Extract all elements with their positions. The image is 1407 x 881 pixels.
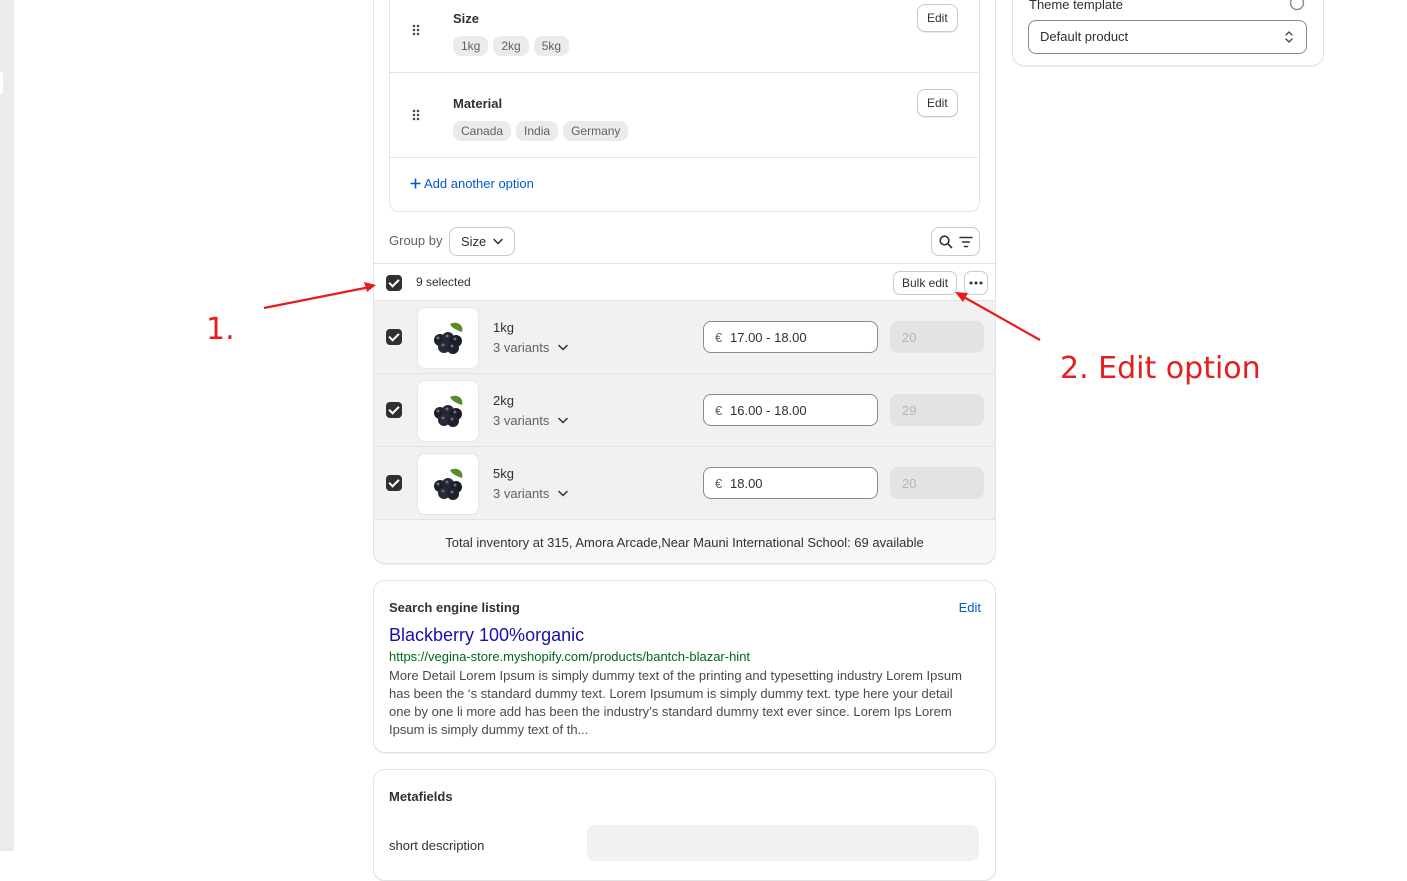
product-thumbnail (417, 453, 479, 515)
inventory-total: Total inventory at 315, Amora Arcade,Nea… (445, 535, 924, 550)
quantity-value: 20 (902, 330, 917, 345)
drag-handle-icon[interactable] (412, 24, 420, 36)
left-rail (0, 0, 14, 851)
search-filter-button[interactable] (931, 227, 980, 256)
inventory-footer: Total inventory at 315, Amora Arcade,Nea… (374, 519, 995, 563)
seo-card: Search engine listing Edit Blackberry 10… (373, 580, 996, 753)
variant-name: 1kg (493, 320, 514, 335)
metafields-card: Metafields short description (373, 769, 996, 881)
variant-checkbox[interactable] (386, 402, 402, 418)
more-actions-button[interactable] (964, 271, 988, 295)
quantity-input: 20 (890, 467, 984, 499)
option-value-pill: 5kg (533, 36, 570, 56)
blackberry-image (434, 395, 463, 427)
quantity-input: 20 (890, 321, 984, 353)
blackberry-image (434, 468, 463, 500)
edit-option-button[interactable]: Edit (917, 4, 958, 32)
variant-name: 2kg (493, 393, 514, 408)
metafield-input[interactable] (587, 825, 979, 861)
option-material: Material Canada India Germany Edit (390, 73, 978, 158)
blackberry-image (434, 322, 463, 354)
product-thumbnail (417, 380, 479, 442)
plus-icon (410, 178, 421, 189)
bulk-edit-button[interactable]: Bulk edit (893, 271, 958, 295)
option-name: Size (453, 11, 480, 26)
option-values: Canada India Germany (453, 121, 633, 141)
quantity-value: 29 (902, 403, 917, 418)
rail-tab (0, 72, 3, 94)
price-value: 18.00 (730, 476, 763, 491)
group-by-select[interactable]: Size (449, 227, 515, 256)
chevron-down-icon (558, 417, 568, 424)
theme-template-value: Default product (1040, 29, 1129, 44)
annotation-arrow-1 (263, 282, 376, 310)
group-by-value: Size (461, 234, 487, 249)
theme-template-select[interactable]: Default product (1028, 20, 1307, 54)
edit-option-button[interactable]: Edit (917, 89, 958, 117)
help-circle-icon[interactable] (1289, 0, 1305, 11)
filter-icon (959, 236, 973, 248)
price-value: 17.00 - 18.00 (730, 330, 807, 345)
group-by-label: Group by (389, 233, 443, 248)
option-value-pill: Canada (453, 121, 512, 141)
variant-row[interactable]: 5kg 3 variants € 18.00 20 (374, 446, 995, 519)
price-input[interactable]: € 17.00 - 18.00 (703, 321, 878, 353)
select-all-checkbox[interactable] (386, 275, 402, 291)
chevron-down-icon (493, 238, 503, 245)
seo-description: More Detail Lorem Ipsum is simply dummy … (389, 668, 962, 737)
seo-title: Blackberry 100%organic (389, 625, 585, 645)
metafields-heading: Metafields (389, 789, 453, 804)
variant-count: 3 variants (493, 340, 550, 355)
variant-row[interactable]: 2kg 3 variants € 16.00 - 18.00 29 (374, 373, 995, 446)
search-icon (939, 235, 953, 249)
option-value-pill: 1kg (453, 36, 489, 56)
price-input[interactable]: € 16.00 - 18.00 (703, 394, 878, 426)
annotation-step-1: 1. (206, 312, 235, 347)
variant-count: 3 variants (493, 413, 550, 428)
theme-template-label: Theme template (1029, 0, 1123, 12)
product-thumbnail (417, 307, 479, 369)
annotation-step-2: 2. Edit option (1060, 351, 1261, 386)
currency-symbol: € (715, 403, 723, 418)
variant-checkbox[interactable] (386, 329, 402, 345)
option-values: 1kg 2kg 5kg (453, 36, 574, 56)
seo-edit-link[interactable]: Edit (959, 600, 981, 615)
selected-count: 9 selected (416, 275, 471, 289)
seo-url: https://vegina-store.myshopify.com/produ… (389, 649, 751, 664)
variant-count-toggle[interactable]: 3 variants (493, 486, 568, 501)
variant-row[interactable]: 1kg 3 variants € 17.00 - 18.00 20 (374, 300, 995, 373)
selection-header: 9 selected Bulk edit (374, 263, 995, 301)
price-value: 16.00 - 18.00 (730, 403, 807, 418)
option-size: Size 1kg 2kg 5kg Edit (390, 0, 978, 73)
quantity-input: 29 (890, 394, 984, 426)
variant-name: 5kg (493, 466, 514, 481)
option-value-pill: 2kg (493, 36, 529, 56)
theme-template-card: Theme template Default product (1012, 0, 1324, 66)
price-input[interactable]: € 18.00 (703, 467, 878, 499)
variant-checkbox[interactable] (386, 475, 402, 491)
variant-count-toggle[interactable]: 3 variants (493, 413, 568, 428)
drag-handle-icon[interactable] (412, 109, 420, 121)
variant-count-toggle[interactable]: 3 variants (493, 340, 568, 355)
chevron-down-icon (558, 344, 568, 351)
quantity-value: 20 (902, 476, 917, 491)
variant-count: 3 variants (493, 486, 550, 501)
add-option-link[interactable]: Add another option (410, 176, 534, 191)
more-horizontal-icon (969, 281, 983, 285)
currency-symbol: € (715, 476, 723, 491)
chevron-down-icon (558, 490, 568, 497)
option-value-pill: India (516, 121, 559, 141)
currency-symbol: € (715, 330, 723, 345)
select-arrows-icon (1285, 31, 1293, 43)
seo-heading: Search engine listing (389, 600, 520, 615)
option-name: Material (453, 96, 503, 111)
add-option-label: Add another option (424, 176, 534, 191)
option-value-pill: Germany (563, 121, 629, 141)
